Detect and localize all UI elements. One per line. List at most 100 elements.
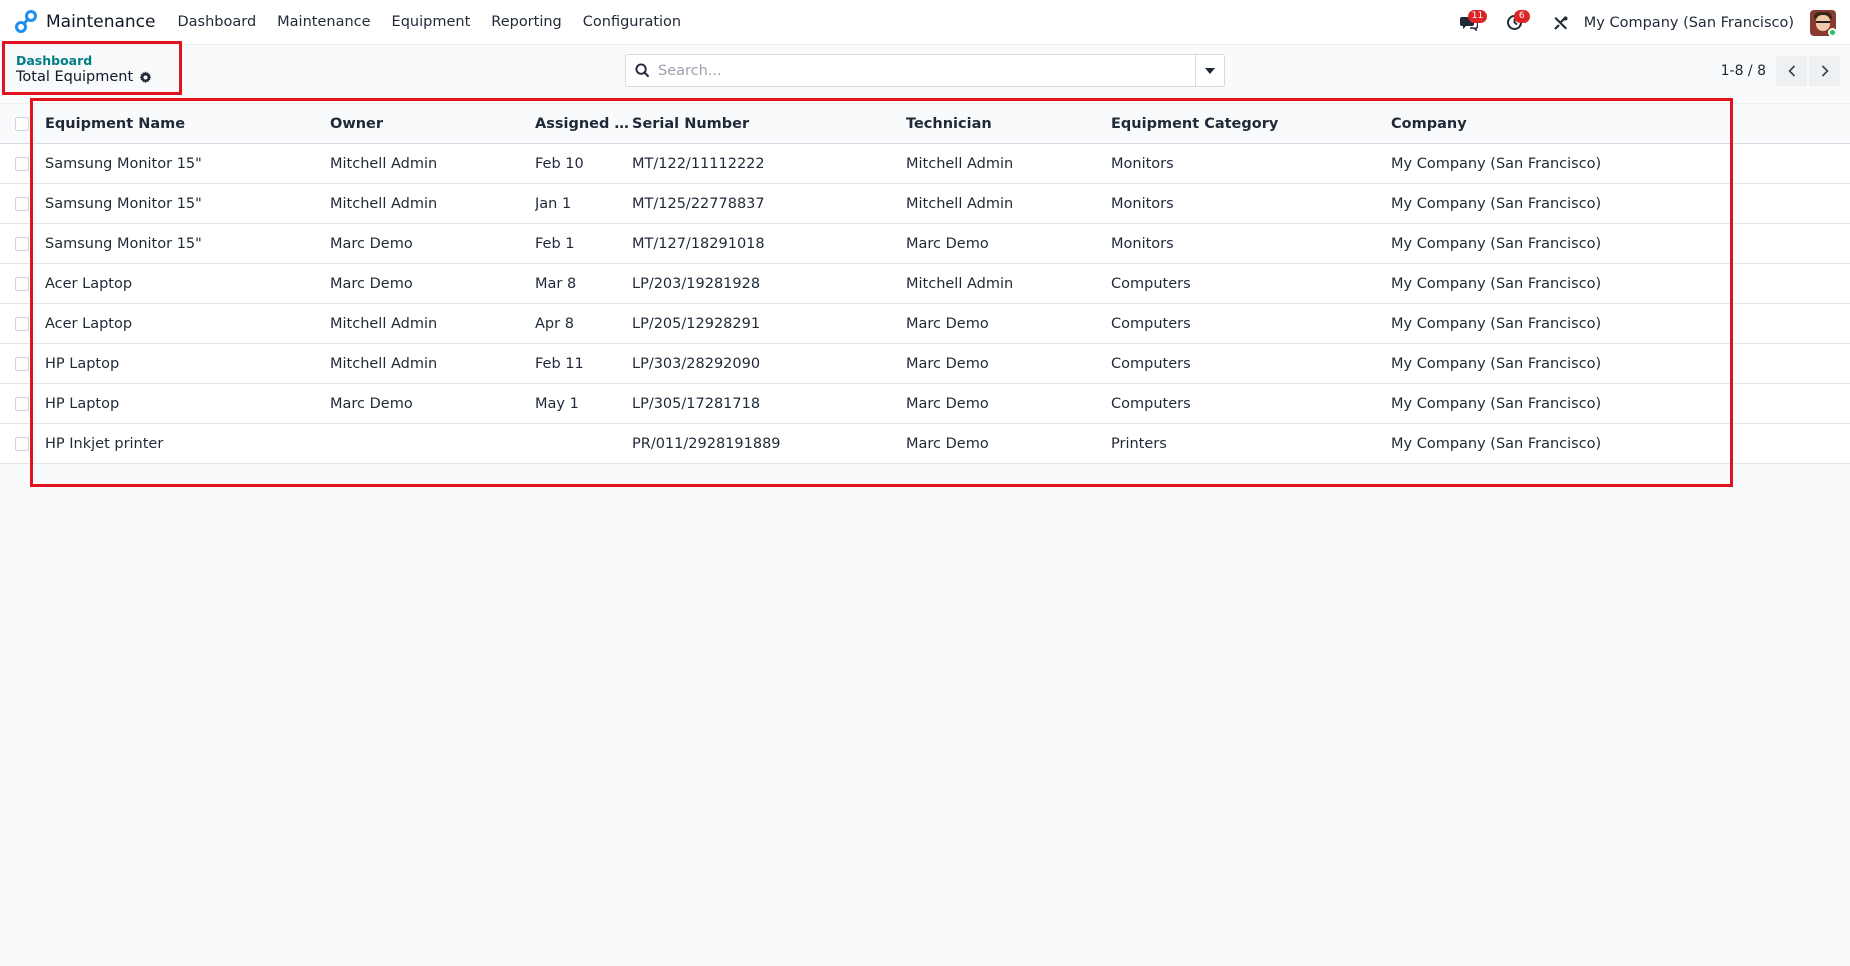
technician-cell[interactable]: Marc Demo [906, 303, 1111, 344]
equipment-name-cell[interactable]: Samsung Monitor 15" [45, 183, 330, 224]
technician-cell[interactable]: Mitchell Admin [906, 183, 1111, 224]
table-header-row: Equipment Name Owner Assigned D... Seria… [0, 103, 1850, 144]
online-status-dot [1828, 27, 1836, 36]
assigned-date-cell[interactable] [535, 423, 632, 464]
equipment-category-cell[interactable]: Computers [1111, 343, 1391, 384]
table-row[interactable]: HP Laptop Marc Demo May 1 LP/305/17281718 Ma… [0, 383, 1850, 424]
table-row[interactable]: HP Inkjet printer PR/011/2928191889 Marc D… [0, 423, 1850, 464]
technician-cell[interactable]: Marc Demo [906, 223, 1111, 264]
column-header-serial-number[interactable]: Serial Number [632, 103, 906, 144]
assigned-date-cell[interactable]: Feb 10 [535, 143, 632, 184]
owner-cell[interactable]: Mitchell Admin [330, 183, 535, 224]
assigned-date-cell[interactable]: May 1 [535, 383, 632, 424]
pager-previous-button[interactable] [1776, 56, 1807, 86]
owner-cell[interactable]: Mitchell Admin [330, 343, 535, 384]
equipment-name-cell[interactable]: HP Inkjet printer [45, 423, 330, 464]
user-avatar[interactable] [1810, 9, 1836, 36]
assigned-date-cell[interactable]: Apr 8 [535, 303, 632, 344]
row-checkbox[interactable] [15, 156, 29, 171]
serial-number-cell[interactable]: LP/305/17281718 [632, 383, 906, 424]
app-name[interactable]: Maintenance [46, 12, 155, 32]
row-checkbox[interactable] [15, 356, 29, 371]
column-header-assigned-date[interactable]: Assigned D... [535, 103, 632, 144]
search-icon [626, 63, 658, 78]
menu-maintenance[interactable]: Maintenance [277, 14, 370, 30]
pager-value[interactable]: 1-8 / 8 [1721, 63, 1766, 79]
table-row[interactable]: Acer Laptop Mitchell Admin Apr 8 LP/205/129… [0, 303, 1850, 344]
owner-cell[interactable]: Marc Demo [330, 263, 535, 304]
serial-number-cell[interactable]: MT/127/18291018 [632, 223, 906, 264]
company-cell[interactable]: My Company (San Francisco) [1391, 343, 1850, 384]
technician-cell[interactable]: Marc Demo [906, 383, 1111, 424]
debug-tools-button[interactable] [1548, 10, 1574, 36]
serial-number-cell[interactable]: MT/122/11112222 [632, 143, 906, 184]
equipment-category-cell[interactable]: Computers [1111, 263, 1391, 304]
equipment-name-cell[interactable]: HP Laptop [45, 383, 330, 424]
owner-cell[interactable]: Mitchell Admin [330, 303, 535, 344]
row-checkbox[interactable] [15, 196, 29, 211]
equipment-category-cell[interactable]: Computers [1111, 383, 1391, 424]
table-row[interactable]: Acer Laptop Marc Demo Mar 8 LP/203/19281928… [0, 263, 1850, 304]
search-input[interactable] [658, 55, 1195, 86]
row-checkbox[interactable] [15, 396, 29, 411]
owner-cell[interactable]: Marc Demo [330, 383, 535, 424]
serial-number-cell[interactable]: LP/303/28292090 [632, 343, 906, 384]
column-header-owner[interactable]: Owner [330, 103, 535, 144]
menu-equipment[interactable]: Equipment [392, 14, 471, 30]
equipment-name-cell[interactable]: HP Laptop [45, 343, 330, 384]
equipment-category-cell[interactable]: Monitors [1111, 223, 1391, 264]
serial-number-cell[interactable]: MT/125/22778837 [632, 183, 906, 224]
technician-cell[interactable]: Mitchell Admin [906, 263, 1111, 304]
company-cell[interactable]: My Company (San Francisco) [1391, 383, 1850, 424]
app-brand[interactable]: Maintenance [14, 10, 177, 34]
equipment-name-cell[interactable]: Acer Laptop [45, 263, 330, 304]
company-cell[interactable]: My Company (San Francisco) [1391, 223, 1850, 264]
serial-number-cell[interactable]: PR/011/2928191889 [632, 423, 906, 464]
column-header-equipment-category[interactable]: Equipment Category [1111, 103, 1391, 144]
activities-button[interactable]: 6 [1502, 9, 1530, 36]
technician-cell[interactable]: Mitchell Admin [906, 143, 1111, 184]
column-header-technician[interactable]: Technician [906, 103, 1111, 144]
equipment-name-cell[interactable]: Acer Laptop [45, 303, 330, 344]
company-cell[interactable]: My Company (San Francisco) [1391, 263, 1850, 304]
row-checkbox[interactable] [15, 276, 29, 291]
company-cell[interactable]: My Company (San Francisco) [1391, 183, 1850, 224]
column-header-equipment-name[interactable]: Equipment Name [45, 103, 330, 144]
table-row[interactable]: Samsung Monitor 15" Marc Demo Feb 1 MT/127/… [0, 223, 1850, 264]
owner-cell[interactable] [330, 423, 535, 464]
search-options-toggle[interactable] [1195, 55, 1224, 86]
column-header-company[interactable]: Company [1391, 103, 1850, 144]
messages-button[interactable]: 11 [1456, 9, 1488, 36]
row-checkbox[interactable] [15, 316, 29, 331]
table-row[interactable]: Samsung Monitor 15" Mitchell Admin Feb 10 M… [0, 143, 1850, 184]
select-all-checkbox[interactable] [15, 116, 29, 131]
row-checkbox[interactable] [15, 436, 29, 451]
table-row[interactable]: HP Laptop Mitchell Admin Feb 11 LP/303/2829… [0, 343, 1850, 384]
owner-cell[interactable]: Mitchell Admin [330, 143, 535, 184]
pager-next-button[interactable] [1809, 56, 1840, 86]
equipment-category-cell[interactable]: Monitors [1111, 183, 1391, 224]
technician-cell[interactable]: Marc Demo [906, 423, 1111, 464]
technician-cell[interactable]: Marc Demo [906, 343, 1111, 384]
owner-cell[interactable]: Marc Demo [330, 223, 535, 264]
equipment-name-cell[interactable]: Samsung Monitor 15" [45, 143, 330, 184]
equipment-category-cell[interactable]: Computers [1111, 303, 1391, 344]
table-row[interactable]: Samsung Monitor 15" Mitchell Admin Jan 1 MT… [0, 183, 1850, 224]
menu-reporting[interactable]: Reporting [491, 14, 562, 30]
company-cell[interactable]: My Company (San Francisco) [1391, 303, 1850, 344]
serial-number-cell[interactable]: LP/205/12928291 [632, 303, 906, 344]
assigned-date-cell[interactable]: Jan 1 [535, 183, 632, 224]
assigned-date-cell[interactable]: Feb 11 [535, 343, 632, 384]
menu-dashboard[interactable]: Dashboard [177, 14, 256, 30]
equipment-name-cell[interactable]: Samsung Monitor 15" [45, 223, 330, 264]
assigned-date-cell[interactable]: Mar 8 [535, 263, 632, 304]
equipment-category-cell[interactable]: Monitors [1111, 143, 1391, 184]
row-checkbox[interactable] [15, 236, 29, 251]
menu-configuration[interactable]: Configuration [583, 14, 681, 30]
company-cell[interactable]: My Company (San Francisco) [1391, 143, 1850, 184]
serial-number-cell[interactable]: LP/203/19281928 [632, 263, 906, 304]
equipment-category-cell[interactable]: Printers [1111, 423, 1391, 464]
company-cell[interactable]: My Company (San Francisco) [1391, 423, 1850, 464]
assigned-date-cell[interactable]: Feb 1 [535, 223, 632, 264]
company-switcher[interactable]: My Company (San Francisco) [1584, 15, 1794, 31]
